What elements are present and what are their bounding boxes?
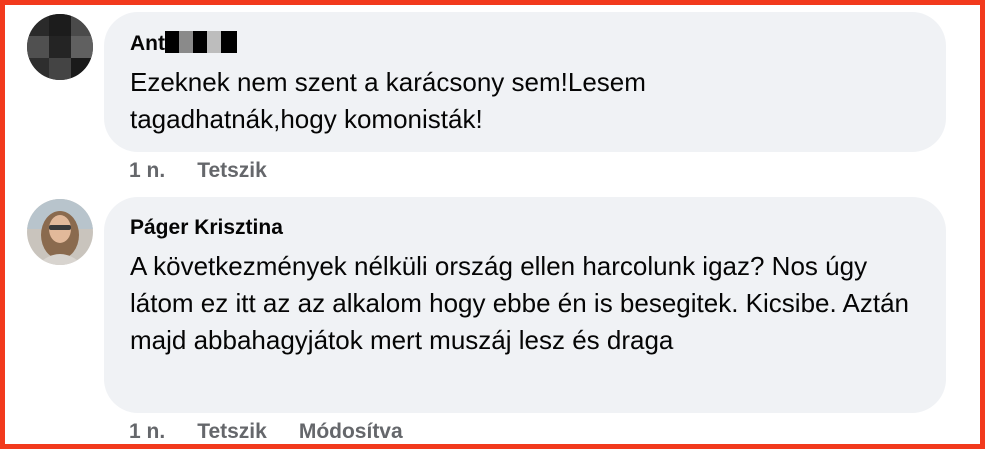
comment-text: A következmények nélküli ország ellen ha…: [130, 251, 909, 355]
comment-author[interactable]: Páger Krisztina: [130, 216, 283, 240]
comment-actions: 1 n. Tetszik Módosítva: [129, 420, 435, 444]
comment-bubble: Páger Krisztina A következmények nélküli…: [104, 197, 946, 413]
redacted-name: [165, 31, 237, 54]
like-button[interactable]: Tetszik: [197, 420, 267, 443]
like-button[interactable]: Tetszik: [197, 159, 267, 182]
comment-actions: 1 n. Tetszik: [129, 159, 299, 183]
comment-timestamp[interactable]: 1 n.: [129, 420, 165, 443]
comment-bubble: Ant Ezeknek nem szent a karácsony sem!Le…: [104, 12, 946, 152]
edited-label[interactable]: Módosítva: [299, 420, 403, 443]
avatar[interactable]: [27, 14, 93, 80]
avatar[interactable]: [27, 199, 93, 265]
comment-author[interactable]: Ant: [130, 32, 165, 56]
comment-timestamp[interactable]: 1 n.: [129, 159, 165, 182]
comment-text: Ezeknek nem szent a karácsony sem!Lesem …: [130, 67, 646, 134]
